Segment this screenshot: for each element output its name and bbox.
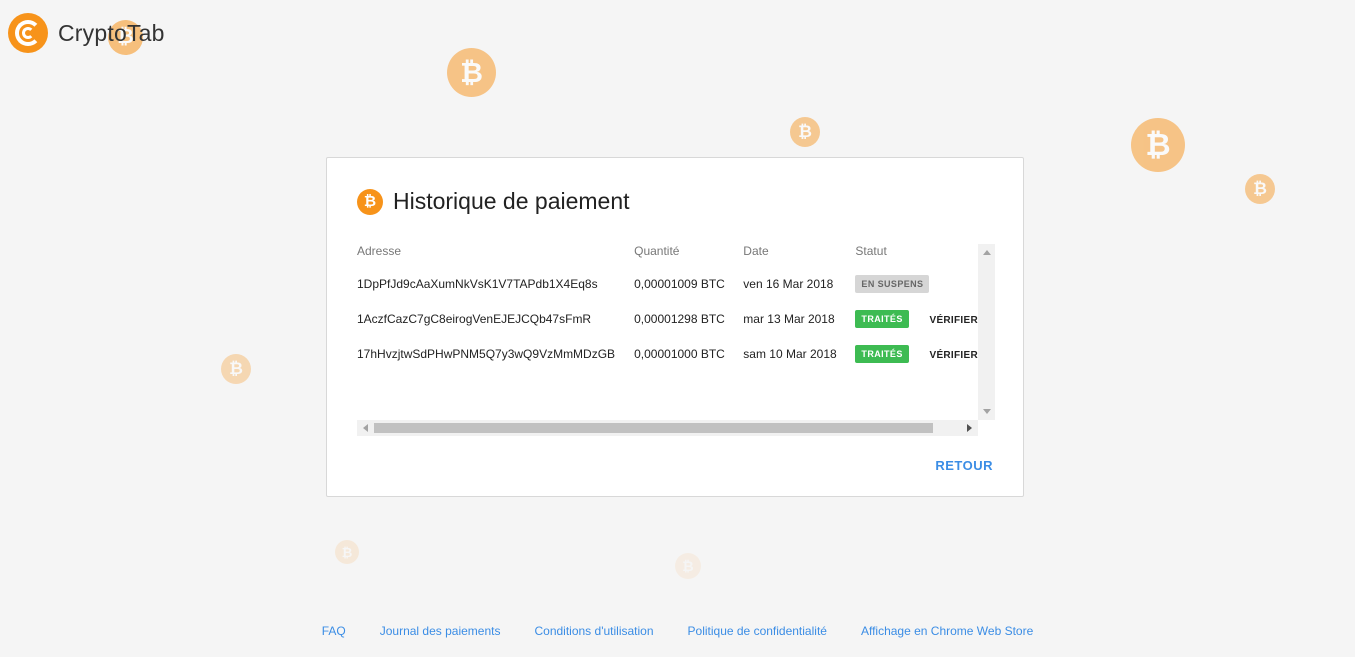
status-badge-pending: EN SUSPENS [855,274,930,293]
row-address: 1AczfCazC7gC8eirogVenEJEJCQb47sFmR [357,311,592,326]
page: ₿ ₿ ₿ ₿ ₿ ₿ ₿ ₿ CryptoTab ₿ Historique d… [0,0,1355,657]
vertical-scrollbar[interactable] [978,244,995,420]
row-amount: 0,00001000 BTC [634,346,725,361]
table-row: 1AczfCazC7gC8eirogVenEJEJCQb47sFmR 0,000… [357,301,978,336]
column-header-date: Date [743,244,769,258]
verify-link[interactable]: VÉRIFIER [929,350,978,361]
payment-table-container: Adresse Quantité Date Statut 1DpPfJd9cAa… [357,244,995,436]
row-status-cell: EN SUSPENS [855,266,930,301]
column-header-address: Adresse [357,244,402,258]
bitcoin-coin-icon: ₿ [335,540,359,564]
scroll-up-arrow-icon[interactable] [983,250,991,255]
table-row: 1DpPfJd9cAaXumNkVsK1V7TAPdb1X4Eq8s 0,000… [357,266,978,301]
payment-table-viewport: Adresse Quantité Date Statut 1DpPfJd9cAa… [357,244,978,420]
bitcoin-icon: ₿ [357,188,383,215]
row-status-cell: TRAITÉS [855,336,929,371]
row-date: sam 10 Mar 2018 [743,346,837,361]
bitcoin-coin-icon: ₿ [221,354,251,384]
status-badge-processed: TRAITÉS [855,309,909,328]
verify-link[interactable]: VÉRIFIER [929,315,978,326]
back-button[interactable]: RETOUR [935,458,993,473]
brand-name: CryptoTab [58,19,165,46]
column-header-status: Statut [855,244,887,258]
row-date: mar 13 Mar 2018 [743,311,835,326]
payment-table: Adresse Quantité Date Statut 1DpPfJd9cAa… [357,244,978,371]
row-action-cell [929,266,978,301]
column-header-amount: Quantité [634,244,680,258]
scroll-down-arrow-icon[interactable] [983,409,991,414]
footer-link-payment-journal[interactable]: Journal des paiements [380,624,501,638]
table-row: 17hHvzjtwSdPHwPNM5Q7y3wQ9VzMmMDzGB 0,000… [357,336,978,371]
row-address: 1DpPfJd9cAaXumNkVsK1V7TAPdb1X4Eq8s [357,276,598,291]
footer-link-terms[interactable]: Conditions d'utilisation [534,624,653,638]
bitcoin-coin-icon: ₿ [1245,174,1275,204]
scroll-right-arrow-icon[interactable] [967,424,972,432]
row-action-cell: VÉRIFIER [929,336,978,371]
payment-history-card: ₿ Historique de paiement Adresse Quantit… [326,157,1024,497]
row-amount: 0,00001009 BTC [634,276,725,291]
cryptotab-logo-icon [8,13,48,53]
scroll-left-arrow-icon[interactable] [363,424,368,432]
status-badge-processed: TRAITÉS [855,344,909,363]
bitcoin-coin-icon: ₿ [447,48,496,97]
footer-link-chrome-store[interactable]: Affichage en Chrome Web Store [861,624,1033,638]
row-amount: 0,00001298 BTC [634,311,725,326]
card-header: ₿ Historique de paiement [357,188,630,215]
horizontal-scrollbar-thumb[interactable] [374,423,933,433]
table-header-row: Adresse Quantité Date Statut [357,244,978,266]
footer-links: FAQ Journal des paiements Conditions d'u… [0,624,1355,638]
column-header-action [929,244,978,266]
row-date: ven 16 Mar 2018 [743,276,834,291]
footer-link-privacy[interactable]: Politique de confidentialité [688,624,827,638]
row-address: 17hHvzjtwSdPHwPNM5Q7y3wQ9VzMmMDzGB [357,346,616,361]
row-status-cell: TRAITÉS [855,301,929,336]
bitcoin-coin-icon: ₿ [675,553,701,579]
bitcoin-coin-icon: ₿ [1131,118,1185,172]
brand-logo[interactable]: CryptoTab [8,13,165,53]
card-title: Historique de paiement [393,188,630,214]
bitcoin-coin-icon: ₿ [790,117,820,147]
horizontal-scrollbar[interactable] [357,420,978,436]
footer-link-faq[interactable]: FAQ [322,624,346,638]
row-action-cell: VÉRIFIER [929,301,978,336]
